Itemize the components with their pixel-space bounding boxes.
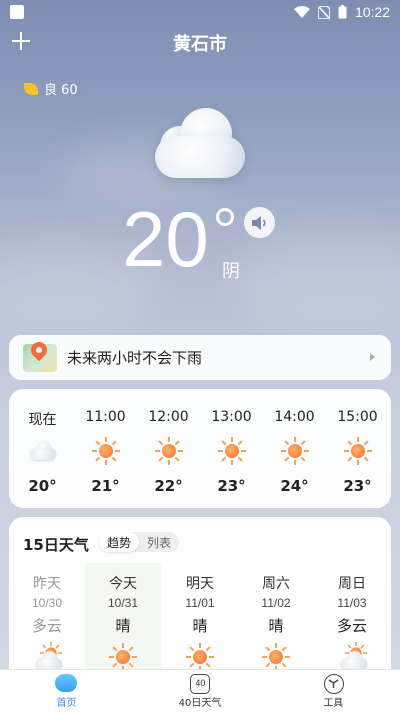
partly-cloudy-icon: [338, 641, 368, 671]
aqi-badge[interactable]: 良 60: [16, 76, 90, 101]
leaf-icon: [24, 82, 38, 95]
map-pin-icon: [23, 338, 57, 372]
hourly-forecast[interactable]: 现在 20° 11:00 21° 12:00 22° 13:00 23° 14:…: [9, 389, 391, 508]
notification-icon: [10, 5, 24, 19]
calendar-40-icon: 40: [190, 674, 211, 694]
daily-forecast-title: 15日天气: [23, 536, 89, 554]
chevron-right-icon: [370, 353, 375, 361]
city-name[interactable]: 黄石市: [0, 30, 400, 56]
sun-icon: [92, 437, 120, 465]
voice-broadcast-button[interactable]: [244, 207, 275, 238]
tab-tools[interactable]: 工具: [267, 670, 400, 712]
toggle-list[interactable]: 列表: [139, 532, 179, 552]
daily-forecast: 15日天气 趋势 列表 昨天 10/30 多云 今天 10/31 晴 明天 11…: [9, 517, 391, 677]
sun-icon: [262, 643, 290, 671]
clock: 10:22: [354, 4, 390, 20]
speaker-icon: [251, 215, 266, 230]
sun-icon: [281, 437, 309, 465]
no-sim-icon: [317, 5, 330, 19]
bottom-tab-bar: 首页 40 40日天气 工具: [0, 669, 400, 712]
toggle-trend[interactable]: 趋势: [99, 532, 140, 552]
tab-home[interactable]: 首页: [0, 670, 133, 712]
rain-forecast-text: 未来两小时不会下雨: [67, 349, 203, 367]
day-item[interactable]: 今天 10/31 晴: [85, 563, 161, 677]
day-item[interactable]: 明天 11/01 晴: [162, 563, 238, 677]
top-bar: 黄石市: [0, 28, 400, 60]
day-item[interactable]: 周六 11/02 晴: [238, 563, 314, 677]
sun-icon: [155, 437, 183, 465]
day-item[interactable]: 昨天 10/30 多云: [9, 563, 85, 677]
current-condition: 阴: [222, 261, 240, 282]
current-temperature: 20: [122, 195, 209, 283]
degree-icon: [216, 208, 234, 226]
tools-icon: [323, 674, 344, 694]
sun-icon: [186, 643, 214, 671]
sun-icon: [344, 437, 372, 465]
sun-icon: [218, 437, 246, 465]
cloudy-icon: [29, 437, 57, 465]
home-cloud-icon: [55, 674, 77, 692]
day-item[interactable]: 周日 11/03 多云: [314, 563, 390, 677]
partly-cloudy-icon: [33, 641, 63, 671]
battery-icon: [338, 5, 347, 19]
cloudy-icon: [150, 108, 250, 180]
status-bar: 10:22: [0, 0, 400, 24]
wifi-icon: [293, 6, 310, 18]
rain-forecast-banner[interactable]: 未来两小时不会下雨: [9, 335, 391, 380]
sun-icon: [109, 643, 137, 671]
view-toggle: 趋势 列表: [99, 532, 180, 552]
aqi-label: 良 60: [44, 83, 78, 98]
tab-40-day-weather[interactable]: 40 40日天气: [133, 670, 266, 712]
